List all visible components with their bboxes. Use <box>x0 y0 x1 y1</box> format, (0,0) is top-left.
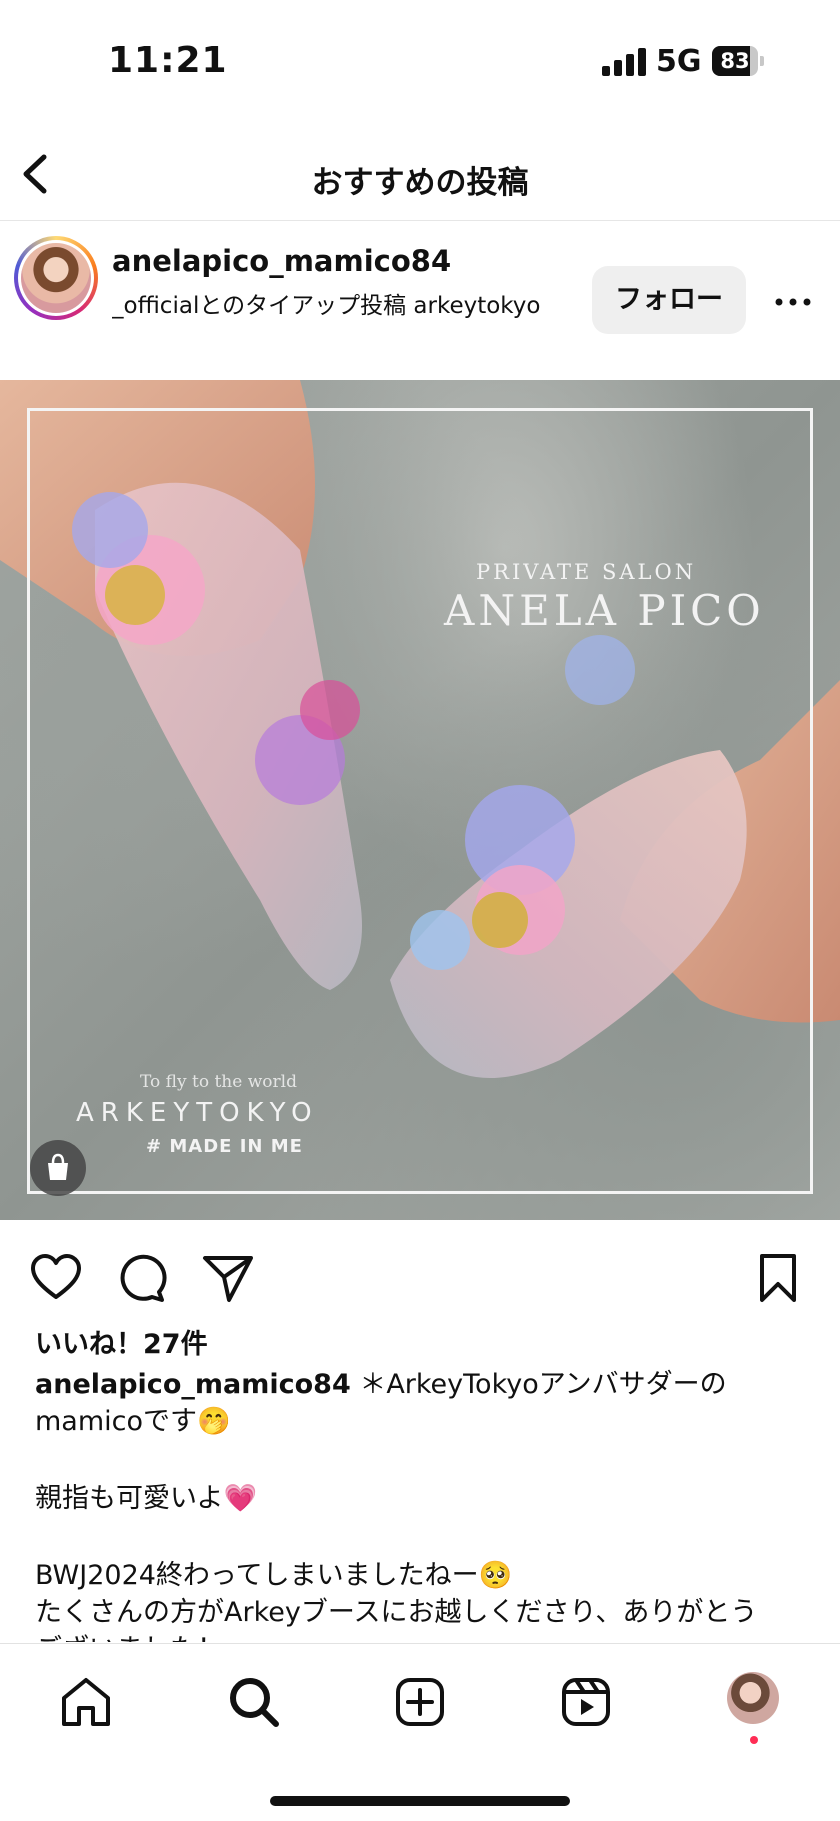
tab-home[interactable] <box>58 1674 114 1730</box>
caption-line-5: たくさんの方がArkeyブースにお越しくださり、ありがとう <box>35 1597 758 1628</box>
likes-count[interactable]: いいね！27件 <box>35 1322 208 1361</box>
watermark-salon: PRIVATE SALON <box>476 560 697 584</box>
avatar[interactable] <box>14 236 98 320</box>
heart-icon <box>31 1254 81 1299</box>
battery-level: 83 <box>720 49 750 73</box>
signal-icon <box>602 48 646 76</box>
reels-icon <box>562 1678 610 1726</box>
collab-subline[interactable]: _officialとのタイアップ投稿 arkeytokyo <box>112 286 574 320</box>
post-actions <box>0 1220 840 1320</box>
ellipsis-icon <box>775 298 811 306</box>
shopping-bag-icon <box>48 1153 68 1180</box>
like-button[interactable] <box>28 1250 84 1306</box>
watermark-arkeytokyo: ARKEYTOKYO <box>76 1098 319 1128</box>
tab-create[interactable] <box>392 1674 448 1730</box>
search-icon <box>230 1678 279 1727</box>
battery-icon: 83 <box>712 46 764 76</box>
shop-badge[interactable] <box>30 1140 86 1196</box>
caption-username[interactable]: anelapico_mamico84 <box>35 1369 351 1400</box>
plus-square-icon <box>396 1678 444 1726</box>
tab-reels[interactable] <box>558 1674 614 1730</box>
caption-line-6: ございました！ <box>35 1631 815 1642</box>
comment-button[interactable] <box>114 1250 170 1306</box>
save-button[interactable] <box>750 1250 806 1306</box>
bookmark-icon <box>760 1254 796 1302</box>
post-header: anelapico_mamico84 _officialとのタイアップ投稿 ar… <box>0 222 840 380</box>
caption-line-1: ＊ArkeyTokyoアンバサダーの <box>350 1369 727 1400</box>
post-username[interactable]: anelapico_mamico84 <box>112 244 451 278</box>
post-caption: anelapico_mamico84 ＊ArkeyTokyoアンバサダーの ma… <box>35 1366 815 1642</box>
status-bar: 11:21 5G 83 <box>0 0 840 120</box>
post-image[interactable]: PRIVATE SALON ANELA PICO To fly to the w… <box>0 380 840 1220</box>
caption-line-2: mamicoです🤭 <box>35 1406 231 1437</box>
tab-profile[interactable] <box>727 1672 779 1724</box>
follow-button[interactable]: フォロー <box>592 266 746 334</box>
watermark-anela-pico: ANELA PICO <box>444 586 765 635</box>
more-options-button[interactable] <box>770 282 816 322</box>
comment-icon <box>120 1254 167 1302</box>
watermark-tagline: To fly to the world <box>140 1072 297 1092</box>
status-time: 11:21 <box>108 40 228 81</box>
tab-search[interactable] <box>226 1674 282 1730</box>
page-title: おすすめの投稿 <box>311 165 529 201</box>
nav-header: おすすめの投稿 <box>0 135 840 221</box>
caption-line-4: BWJ2024終わってしまいましたねー🥺 <box>35 1560 513 1591</box>
notification-dot <box>750 1736 758 1744</box>
network-type: 5G <box>656 44 702 79</box>
tab-bar <box>0 1643 840 1821</box>
home-icon <box>62 1678 110 1726</box>
paper-plane-icon <box>203 1256 253 1302</box>
share-button[interactable] <box>200 1250 256 1306</box>
home-indicator <box>270 1796 570 1806</box>
watermark-made-in-me: # MADE IN ME <box>146 1136 303 1157</box>
caption-line-3: 親指も可愛いよ💗 <box>35 1483 258 1514</box>
